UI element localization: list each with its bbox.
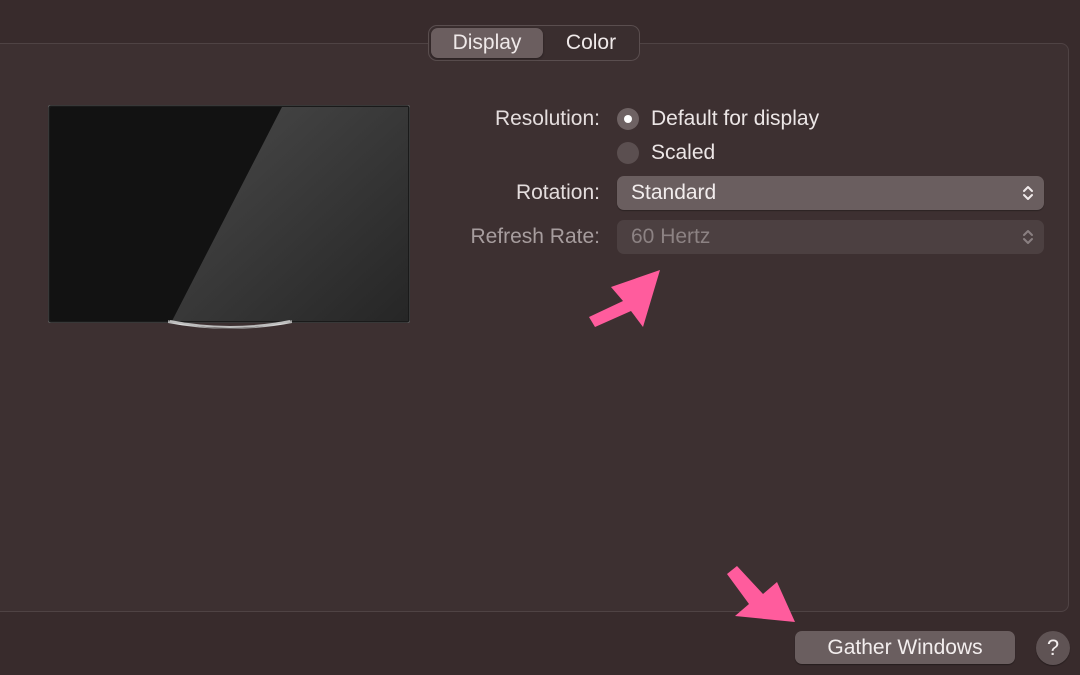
tab-switcher: Display Color [428,25,640,61]
display-monitor-icon [48,105,410,323]
radio-default-for-display[interactable]: Default for display [617,106,819,132]
radio-scaled-label: Scaled [651,141,716,164]
rotation-popup[interactable]: Standard [617,176,1044,210]
gather-windows-button[interactable]: Gather Windows [795,631,1015,664]
pink-arrow-icon [727,566,795,622]
tab-display[interactable]: Display [431,28,543,58]
monitor-stand [168,320,292,329]
radio-unselected-icon[interactable] [617,142,639,164]
pink-arrow-icon [589,270,660,327]
rotation-value: Standard [631,181,717,204]
refresh-rate-value: 60 Hertz [631,225,711,248]
resolution-label: Resolution: [494,107,600,130]
tab-color[interactable]: Color [545,28,637,58]
help-button[interactable]: ? [1036,631,1070,665]
refresh-rate-popup: 60 Hertz [617,220,1044,254]
chevron-up-down-icon [1023,230,1033,244]
radio-default-label: Default for display [651,107,820,130]
rotation-label: Rotation: [515,181,600,204]
radio-scaled[interactable]: Scaled [617,140,715,166]
radio-selected-icon[interactable] [617,108,639,130]
refresh-rate-label: Refresh Rate: [470,225,600,248]
chevron-up-down-icon [1023,186,1033,200]
